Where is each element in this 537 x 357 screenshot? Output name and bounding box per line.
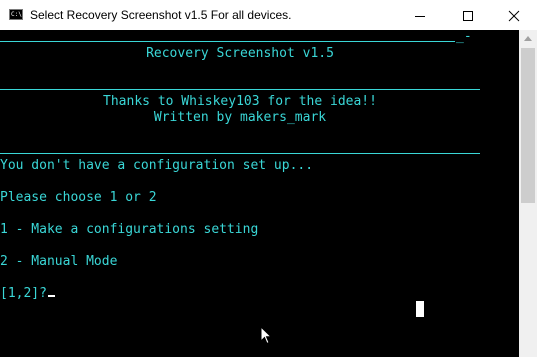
- choose-prompt: Please choose 1 or 2: [0, 190, 157, 205]
- close-button[interactable]: [491, 0, 537, 30]
- vertical-scrollbar[interactable]: [519, 30, 537, 357]
- no-config-message: You don't have a configuration set up...: [0, 158, 314, 173]
- console-output[interactable]: _- Recovery Screenshot v1.5 Thanks to Wh…: [0, 30, 519, 357]
- block-caret: [416, 301, 424, 317]
- scroll-up-button[interactable]: [519, 30, 537, 47]
- mouse-pointer-icon: [260, 326, 272, 345]
- console-app-icon-text: C:\: [11, 11, 22, 18]
- maximize-icon: [463, 11, 473, 21]
- minimize-icon: [415, 16, 425, 17]
- maximize-button[interactable]: [445, 0, 491, 30]
- credits-rule: [0, 153, 480, 154]
- title-bar[interactable]: C:\ Select Recovery Screenshot v1.5 For …: [0, 0, 537, 30]
- window-title: Select Recovery Screenshot v1.5 For all …: [30, 8, 292, 22]
- option-2: 2 - Manual Mode: [0, 254, 118, 269]
- header-rule: [0, 89, 480, 90]
- console-window: C:\ Select Recovery Screenshot v1.5 For …: [0, 0, 537, 357]
- chevron-up-icon: [524, 36, 532, 41]
- scroll-thumb[interactable]: [521, 48, 535, 203]
- header-title: Recovery Screenshot v1.5: [146, 46, 334, 61]
- credits-line-1: Thanks to Whiskey103 for the idea!!: [103, 94, 377, 109]
- input-prompt: [1,2]?: [0, 286, 47, 301]
- console-app-icon[interactable]: C:\: [9, 9, 23, 20]
- top-rule: [0, 41, 455, 42]
- credits-line-2: Written by makers_mark: [153, 110, 327, 125]
- close-icon: [508, 10, 520, 22]
- option-1: 1 - Make a configurations setting: [0, 222, 259, 237]
- input-line[interactable]: [1,2]?: [0, 286, 55, 302]
- minimize-button[interactable]: [397, 0, 443, 30]
- text-cursor: [47, 295, 55, 297]
- top-rule-suffix: _-: [456, 30, 472, 44]
